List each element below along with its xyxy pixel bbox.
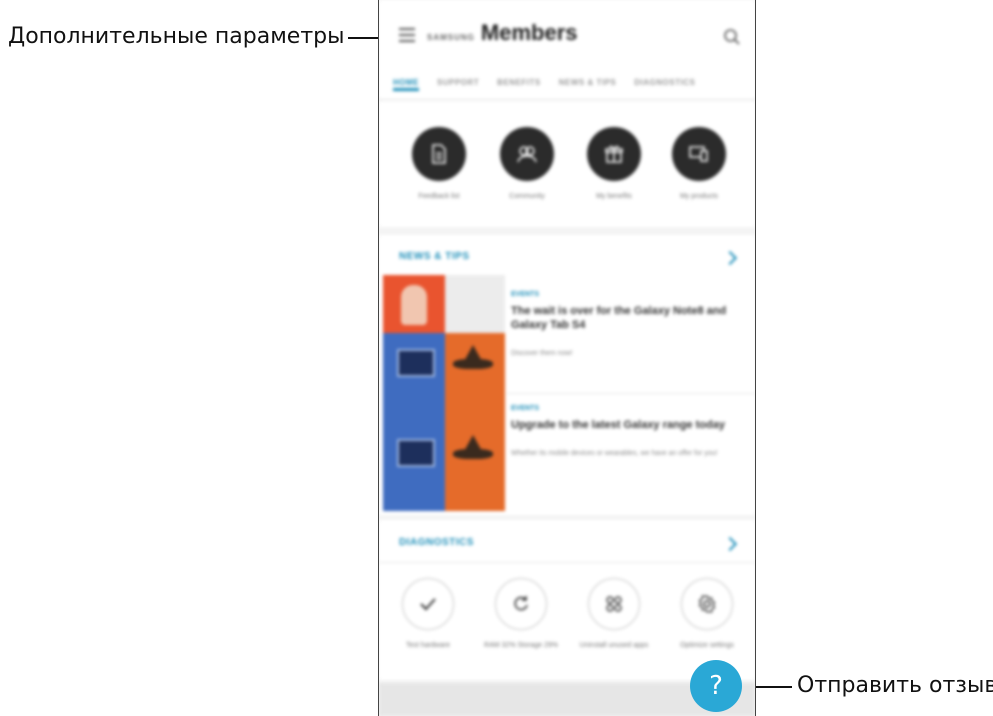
phone-screen: SAMSUNG Members HOME SUPPORT BENEFITS NE… <box>378 0 756 716</box>
news-subtitle: Whether its mobile devices or wearables,… <box>511 450 718 457</box>
quick-actions: Feedback list Community My benefits My p… <box>379 101 755 227</box>
quick-label: My products <box>679 193 719 200</box>
tab-support[interactable]: SUPPORT <box>437 72 479 99</box>
news-tag: EVENTS <box>511 291 540 298</box>
diag-test-hardware[interactable]: Test hardware <box>384 578 472 651</box>
diag-ram-storage[interactable]: RAM 32% Storage 29% <box>477 578 565 651</box>
refresh-icon <box>514 596 528 611</box>
quick-my-benefits[interactable]: My benefits <box>569 127 659 200</box>
search-icon[interactable] <box>723 28 741 46</box>
callout-more-options: Дополнительные параметры <box>8 24 345 49</box>
diagnostics-header: DIAGNOSTICS <box>399 537 474 548</box>
app-brand: SAMSUNG Members <box>427 20 577 46</box>
news-card: NEWS & TIPS EVENTS The wait is over for … <box>379 235 755 515</box>
tab-diagnostics[interactable]: DIAGNOSTICS <box>634 72 695 99</box>
diagnostics-card: DIAGNOSTICS Test hardware RAM 32% Storag… <box>379 520 755 680</box>
feedback-fab[interactable]: ? <box>690 660 742 712</box>
callout-send-feedback: Отправить отзыв <box>797 673 993 698</box>
diag-label: Uninstall unused apps <box>579 642 649 649</box>
diagnostics-chevron-icon[interactable] <box>722 536 738 552</box>
app-bar: SAMSUNG Members <box>379 0 755 72</box>
quick-label: My benefits <box>596 193 632 200</box>
brand-small: SAMSUNG <box>427 33 475 42</box>
document-icon <box>432 144 446 164</box>
tab-home[interactable]: HOME <box>393 72 419 91</box>
news-image <box>445 333 505 393</box>
gift-icon <box>605 145 623 163</box>
news-chevron-icon[interactable] <box>722 250 738 266</box>
menu-icon[interactable] <box>399 28 415 42</box>
quick-my-products[interactable]: My products <box>654 127 744 200</box>
news-title: The wait is over for the Galaxy Note8 an… <box>511 305 727 331</box>
news-image <box>445 275 505 333</box>
quick-label: Community <box>509 193 545 200</box>
quick-label: Feedback list <box>418 193 460 200</box>
check-icon <box>420 598 436 611</box>
news-image <box>383 333 445 393</box>
tab-bar: HOME SUPPORT BENEFITS NEWS & TIPS DIAGNO… <box>379 72 755 100</box>
app-title: Members <box>480 20 578 45</box>
devices-icon <box>689 146 708 162</box>
tab-benefits[interactable]: BENEFITS <box>497 72 541 99</box>
diag-label: Optimize settings <box>680 642 734 649</box>
quick-feedback-list[interactable]: Feedback list <box>394 127 484 200</box>
diag-label: RAM 32% Storage 29% <box>484 642 558 649</box>
news-image <box>383 275 445 333</box>
diag-uninstall-apps[interactable]: Uninstall unused apps <box>570 578 658 651</box>
question-icon: ? <box>709 671 723 701</box>
apps-icon <box>606 596 622 612</box>
news-image <box>383 393 445 511</box>
news-image <box>445 393 505 511</box>
community-icon <box>517 146 537 163</box>
tab-news-tips[interactable]: NEWS & TIPS <box>559 72 617 99</box>
news-item-2[interactable]: EVENTS Upgrade to the latest Galaxy rang… <box>511 405 737 460</box>
news-title: Upgrade to the latest Galaxy range today <box>511 419 725 431</box>
diag-optimize-settings[interactable]: Optimize settings <box>663 578 751 651</box>
news-subtitle: Discover them now! <box>511 350 573 357</box>
quick-community[interactable]: Community <box>482 127 572 200</box>
diag-label: Test hardware <box>406 642 450 649</box>
news-tag: EVENTS <box>511 405 540 412</box>
gear-icon <box>698 595 716 613</box>
news-item-1[interactable]: EVENTS The wait is over for the Galaxy N… <box>511 291 737 360</box>
news-header: NEWS & TIPS <box>399 251 470 262</box>
